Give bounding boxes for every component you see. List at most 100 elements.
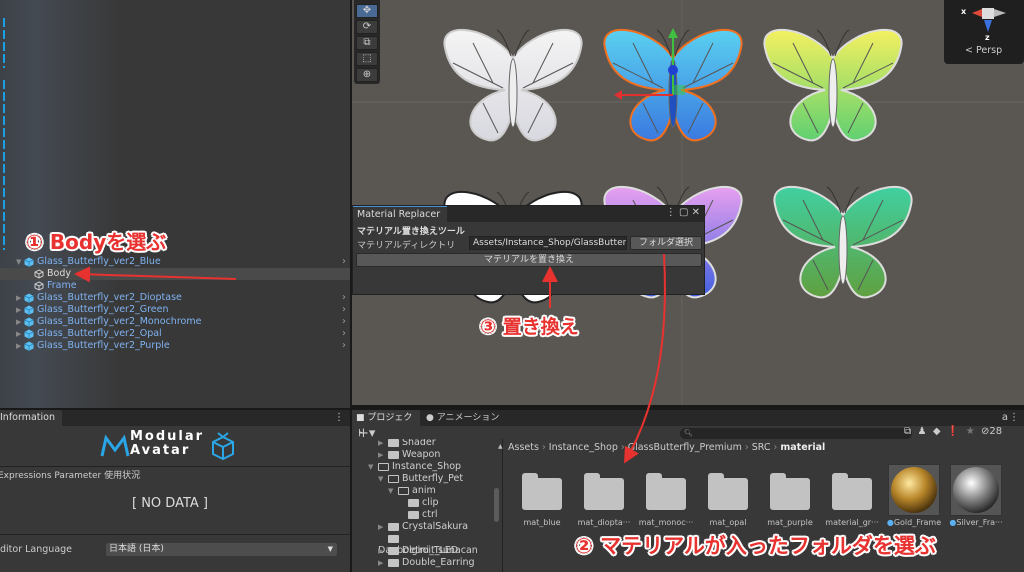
butterfly-model[interactable]: [773, 185, 913, 299]
replace-materials-button[interactable]: マテリアルを置き換え: [356, 253, 702, 267]
more-icon[interactable]: ⋮: [1009, 412, 1019, 423]
hierarchy-item[interactable]: ▼ Glass_Butterfly_ver2_Blue ›: [0, 256, 350, 268]
folder-tree-item[interactable]: ▼ Instance_Shop: [368, 461, 461, 473]
hierarchy-item[interactable]: ▶ Glass_Butterfly_ver2_Monochrome ›: [0, 316, 350, 328]
folder-tree-item[interactable]: Danbolgini_Tsunacan: [378, 533, 498, 556]
folder-tree-item[interactable]: ▶ CrystalSakura: [378, 521, 468, 533]
asset-item[interactable]: mat_monoc···: [634, 456, 698, 527]
persp-toggle[interactable]: < Persp: [965, 45, 1002, 56]
logo-box-icon: [212, 432, 234, 460]
material-preview: [888, 464, 940, 516]
breadcrumb-item[interactable]: GlassButterfly_Premium: [628, 442, 742, 453]
axis-x-label: x: [961, 7, 967, 16]
tab-animation-label: アニメーション: [436, 413, 500, 423]
collapse-arrow-icon[interactable]: ▶: [16, 304, 21, 316]
tree-arrow-icon[interactable]: ▶: [378, 557, 388, 569]
hierarchy-item[interactable]: ▶ Glass_Butterfly_ver2_Dioptase ›: [0, 292, 350, 304]
collapse-arrow-icon[interactable]: ▶: [16, 316, 21, 328]
scene-toolbar: ✥ ⟳ ⧉ ⬚ ⊕: [354, 0, 380, 84]
tree-arrow-icon[interactable]: ▼: [368, 461, 378, 473]
folder-tree-item[interactable]: ▶ Double_Earring: [378, 557, 475, 569]
scale-tool-button[interactable]: ⧉: [356, 36, 378, 50]
hierarchy-item[interactable]: Body: [0, 268, 350, 280]
hierarchy-panel: ▼ Glass_Butterfly_ver2_Blue › Body Frame ▶ Gla…: [0, 0, 350, 408]
hierarchy-item[interactable]: Frame: [0, 280, 350, 292]
tree-arrow-icon[interactable]: ▼: [378, 473, 388, 485]
tab-project[interactable]: ■ プロジェクト: [352, 410, 420, 439]
prefab-icon: [24, 293, 34, 303]
breadcrumb-item[interactable]: SRC: [752, 442, 771, 453]
expand-arrow-icon[interactable]: ▼: [16, 256, 21, 268]
chevron-right-icon[interactable]: ›: [342, 340, 346, 352]
alert-icon[interactable]: ❗: [947, 426, 959, 437]
annotation-step1: ① Bodyを選ぶ: [26, 230, 167, 254]
more-icon[interactable]: ⋮: [334, 412, 344, 423]
chevron-right-icon[interactable]: ›: [342, 256, 346, 268]
tree-arrow-icon[interactable]: ▶: [378, 439, 388, 449]
chevron-right-icon[interactable]: ›: [342, 316, 346, 328]
scene-canvas[interactable]: [352, 0, 1024, 405]
breadcrumb-item[interactable]: Assets: [508, 442, 539, 453]
collapse-arrow-icon[interactable]: ▶: [16, 340, 21, 352]
logo-text-2: Avatar: [130, 443, 191, 458]
language-dropdown[interactable]: 日本語 (日本) ▼: [106, 543, 337, 556]
scene-view[interactable]: [352, 0, 1024, 405]
tab-material-replacer[interactable]: Material Replacer: [353, 206, 447, 222]
asset-item[interactable]: mat_diopta···: [572, 456, 636, 527]
rect-tool-button[interactable]: ⬚: [356, 52, 378, 66]
favorite-star-icon[interactable]: ★: [966, 426, 975, 437]
directory-field[interactable]: Assets/Instance_Shop/GlassButterfl: [469, 236, 627, 250]
folder-tree-item[interactable]: ▶ Weapon: [378, 449, 440, 461]
chevron-right-icon[interactable]: ›: [342, 328, 346, 340]
maximize-icon[interactable]: ▢: [679, 207, 688, 218]
tree-arrow-icon[interactable]: ▼: [388, 485, 398, 497]
scroll-up-icon[interactable]: ▲: [498, 443, 503, 450]
search-icon: 🔍︎: [684, 429, 693, 437]
asset-item[interactable]: mat_purple: [758, 456, 822, 527]
tab-animation[interactable]: ● アニメーション: [426, 410, 499, 426]
tree-arrow-icon[interactable]: ▶: [378, 449, 388, 461]
asset-item[interactable]: ●Gold_Frame: [882, 456, 946, 527]
collapse-arrow-icon[interactable]: ▶: [16, 292, 21, 304]
hierarchy-item[interactable]: ▶ Glass_Butterfly_ver2_Opal ›: [0, 328, 350, 340]
asset-label: mat_diopta···: [577, 518, 631, 527]
folder-tree-item[interactable]: ▼ anim: [388, 485, 436, 497]
move-tool-button[interactable]: ✥: [356, 4, 378, 18]
folder-tree-item[interactable]: ctrl: [398, 509, 438, 521]
hierarchy-item[interactable]: ▶ Glass_Butterfly_ver2_Green ›: [0, 304, 350, 316]
transform-tool-button[interactable]: ⊕: [356, 68, 378, 82]
asset-item[interactable]: mat_blue: [510, 456, 574, 527]
search-input[interactable]: 🔍︎: [680, 428, 912, 439]
rotate-tool-button[interactable]: ⟳: [356, 20, 378, 34]
breadcrumb-item[interactable]: Instance_Shop: [549, 442, 618, 453]
chevron-right-icon[interactable]: ›: [342, 304, 346, 316]
tag-icon[interactable]: ◆: [933, 426, 941, 437]
hierarchy-item[interactable]: ▶ Glass_Butterfly_ver2_Purple ›: [0, 340, 350, 352]
more-icon[interactable]: ⋮: [666, 207, 676, 218]
filter-type-icon[interactable]: ⧉: [904, 426, 911, 437]
asset-item[interactable]: ●Silver_Fra···: [944, 456, 1008, 527]
breadcrumb-item[interactable]: material: [780, 442, 825, 453]
tab-information[interactable]: Information: [0, 410, 62, 426]
orientation-gizmo[interactable]: x z < Persp: [944, 0, 1024, 64]
folder-icon: [388, 522, 399, 531]
tree-arrow-icon[interactable]: ▶: [378, 521, 388, 533]
folder-tree-label: ctrl: [422, 509, 438, 520]
select-folder-button[interactable]: フォルダ選択: [630, 236, 702, 250]
lock-icon[interactable]: a: [1002, 412, 1008, 423]
folder-tree-item[interactable]: ▶ Shader: [378, 439, 436, 449]
close-icon[interactable]: ✕: [692, 207, 700, 218]
folder-tree-item[interactable]: ▼ Butterfly_Pet: [378, 473, 463, 485]
chevron-right-icon[interactable]: ›: [342, 292, 346, 304]
folder-tree-item[interactable]: ▶ Detroit_LED: [378, 545, 458, 557]
butterfly-model[interactable]: [443, 28, 583, 142]
tree-arrow-icon[interactable]: ▶: [378, 545, 388, 557]
tree-scrollbar[interactable]: [494, 488, 499, 522]
filter-label-icon[interactable]: ♟: [918, 426, 927, 437]
folder-tree-item[interactable]: clip: [398, 497, 439, 509]
asset-item[interactable]: material_gr···: [820, 456, 884, 527]
tool-heading: マテリアル置き換えツール: [357, 227, 465, 237]
collapse-arrow-icon[interactable]: ▶: [16, 328, 21, 340]
butterfly-model[interactable]: [763, 28, 903, 142]
asset-item[interactable]: mat_opal: [696, 456, 760, 527]
